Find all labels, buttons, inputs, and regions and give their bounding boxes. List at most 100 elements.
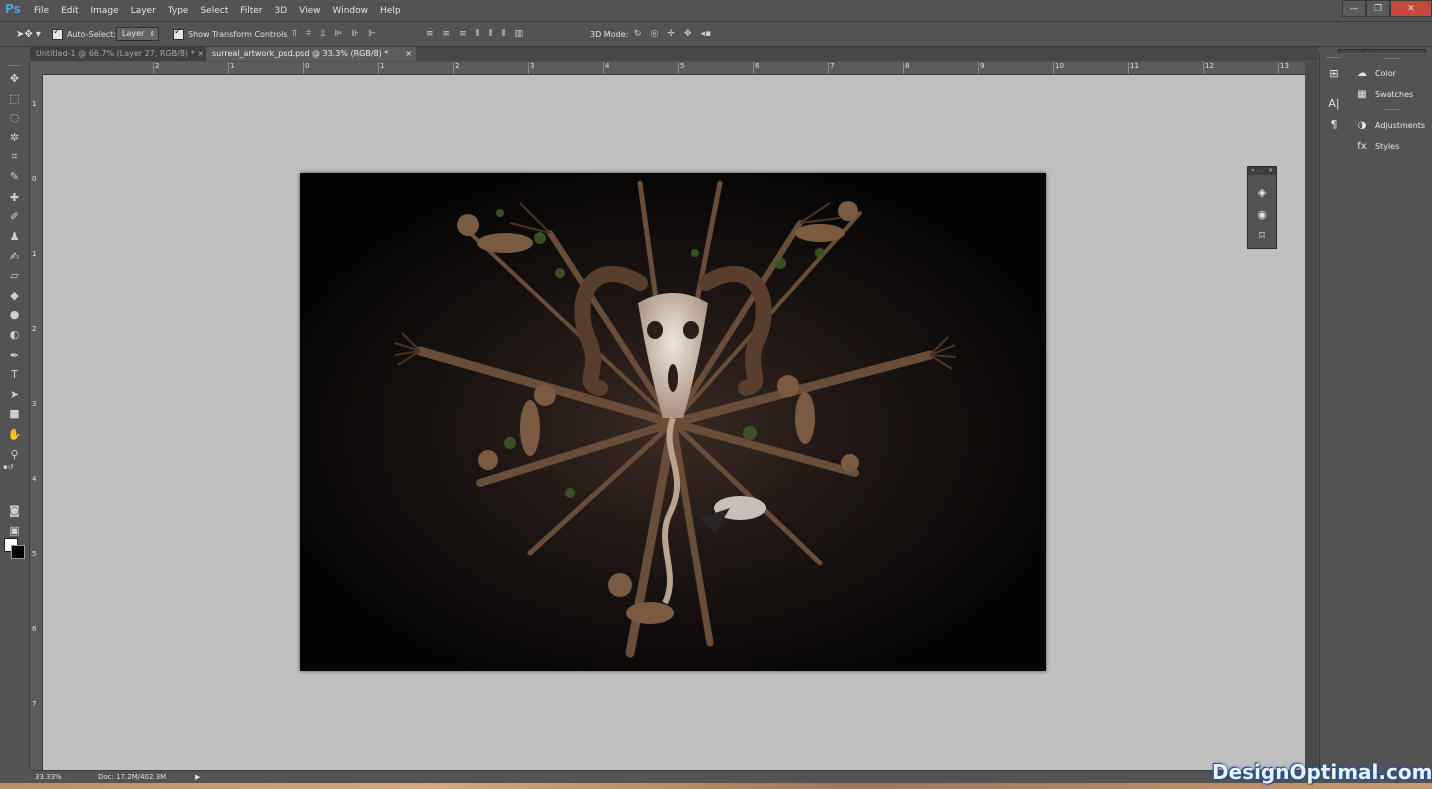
close-window-button[interactable]: ✕ — [1390, 0, 1432, 17]
quick-select-tool-icon[interactable]: ✲ — [6, 129, 23, 146]
align-right-icon[interactable]: ⊩ — [368, 29, 376, 39]
menu-3d[interactable]: 3D — [269, 6, 294, 16]
layers-icon[interactable]: ◈ — [1255, 185, 1269, 199]
floating-panel-header[interactable]: » × — [1248, 167, 1276, 175]
ruler-label: 0 — [32, 175, 37, 183]
distribute-right-icon[interactable]: ⦀ — [502, 29, 506, 39]
status-bar: 33.33% Doc: 17.2M/402.3M ▶ — [30, 770, 1318, 784]
channels-icon[interactable]: ◉ — [1255, 207, 1269, 221]
menu-filter[interactable]: Filter — [234, 6, 268, 16]
hand-tool-icon[interactable]: ✋ — [6, 426, 23, 443]
distribute-vcenter-icon[interactable]: ≡ — [443, 29, 451, 39]
background-color-swatch[interactable] — [11, 545, 25, 559]
panel-grip[interactable] — [1385, 109, 1399, 112]
menu-view[interactable]: View — [293, 6, 326, 16]
auto-align-icon[interactable]: ▥ — [515, 29, 524, 39]
ruler-label: 9 — [980, 62, 985, 70]
align-hcenter-icon[interactable]: ⊪ — [351, 29, 359, 39]
paths-icon[interactable]: ⌑ — [1255, 228, 1269, 242]
crop-tool-icon[interactable]: ⌗ — [6, 148, 23, 165]
default-colors-icon[interactable]: ▪↺ — [3, 463, 14, 471]
eraser-tool-icon[interactable]: ▱ — [6, 267, 23, 284]
blur-tool-icon[interactable]: ● — [6, 306, 23, 323]
menu-file[interactable]: File — [28, 6, 55, 16]
3d-pan-icon[interactable]: ✢ — [667, 29, 675, 39]
paragraph-icon[interactable]: ¶ — [1327, 117, 1341, 131]
ruler-tick — [903, 62, 904, 74]
canvas-area[interactable] — [43, 75, 1305, 770]
align-left-icon[interactable]: ⊫ — [334, 29, 342, 39]
align-vcenter-icon[interactable]: ⫩ — [306, 29, 311, 39]
move-tool-icon[interactable]: ✥ — [6, 70, 23, 87]
history-icon[interactable]: ⊞ — [1327, 66, 1341, 80]
quick-mask-icon[interactable]: ◙ — [6, 502, 23, 519]
zoom-tool-icon[interactable]: ⚲ — [6, 446, 23, 463]
marquee-tool-icon[interactable]: ⬚ — [6, 90, 23, 107]
panel-swatches[interactable]: ▦ Swatches — [1347, 84, 1432, 104]
panel-list: ☁ Color ▦ Swatches ◑ Adjustments fx Styl… — [1347, 53, 1432, 770]
ruler-label: 1 — [380, 62, 385, 70]
close-tab-icon[interactable]: × — [405, 47, 412, 61]
minimize-button[interactable]: — — [1342, 0, 1366, 17]
tools-panel: ✥ ⬚ ◌ ✲ ⌗ ✎ ✚ ✐ ♟ ✍ ▱ ◆ ● ◐ ✒ T ➤ ■ ✋ ⚲ ▪↺ ◙ ▣ — [0, 62, 30, 770]
history-brush-tool-icon[interactable]: ✍ — [6, 248, 23, 265]
panel-adjustments[interactable]: ◑ Adjustments — [1347, 115, 1432, 135]
auto-select-checkbox[interactable]: Auto-Select: — [52, 27, 116, 41]
3d-rotate-icon[interactable]: ↻ — [634, 29, 642, 39]
dock-grip[interactable] — [1327, 57, 1341, 60]
dodge-tool-icon[interactable]: ◐ — [6, 326, 23, 343]
3d-slide-icon[interactable]: ✥ — [684, 29, 692, 39]
panel-grip[interactable] — [1385, 58, 1399, 61]
menu-edit[interactable]: Edit — [55, 6, 84, 16]
menu-image[interactable]: Image — [85, 6, 125, 16]
show-transform-checkbox[interactable]: Show Transform Controls — [173, 27, 288, 41]
3d-roll-icon[interactable]: ◎ — [651, 29, 659, 39]
distribute-top-icon[interactable]: ≡ — [426, 29, 434, 39]
collapse-icon[interactable]: » — [1251, 167, 1255, 175]
toolbar-grip[interactable] — [9, 65, 21, 68]
ruler-tick — [153, 62, 154, 74]
clone-stamp-tool-icon[interactable]: ♟ — [6, 228, 23, 245]
ruler-label: 10 — [1055, 62, 1064, 70]
tab-untitled-1[interactable]: Untitled-1 @ 66.7% (Layer 27, RGB/8) * × — [30, 47, 208, 61]
ruler-origin[interactable] — [30, 62, 43, 74]
close-tab-icon[interactable]: × — [197, 47, 204, 61]
align-bottom-icon[interactable]: ⫫ — [320, 29, 325, 39]
vertical-ruler[interactable]: 1 0 1 2 3 4 5 6 7 — [30, 74, 43, 770]
horizontal-ruler[interactable]: 2 1 0 1 2 3 4 5 6 7 8 9 10 11 12 13 — [43, 62, 1305, 75]
vertical-scrollbar[interactable] — [1305, 62, 1318, 770]
status-menu-arrow-icon[interactable]: ▶ — [195, 773, 200, 781]
brush-tool-icon[interactable]: ✐ — [6, 208, 23, 225]
ruler-label: 4 — [32, 475, 37, 483]
lasso-tool-icon[interactable]: ◌ — [6, 109, 23, 126]
menu-window[interactable]: Window — [327, 6, 375, 16]
menu-select[interactable]: Select — [194, 6, 234, 16]
rectangle-tool-icon[interactable]: ■ — [6, 405, 23, 422]
panel-color[interactable]: ☁ Color — [1347, 63, 1432, 83]
menu-help[interactable]: Help — [374, 6, 407, 16]
healing-brush-tool-icon[interactable]: ✚ — [6, 189, 23, 206]
show-transform-label: Show Transform Controls — [188, 29, 288, 39]
character-icon[interactable]: A| — [1327, 96, 1341, 110]
screen-mode-icon[interactable]: ▣ — [6, 522, 23, 539]
path-select-tool-icon[interactable]: ➤ — [6, 386, 23, 403]
restore-button[interactable]: ❐ — [1366, 0, 1390, 17]
move-tool-preset-icon[interactable]: ➤✥ ▾ — [16, 27, 41, 41]
distribute-bottom-icon[interactable]: ≡ — [459, 29, 467, 39]
zoom-level[interactable]: 33.33% — [35, 773, 62, 781]
distribute-left-icon[interactable]: ⦀ — [476, 29, 480, 39]
3d-scale-icon[interactable]: ◂▪ — [701, 29, 712, 39]
paint-bucket-tool-icon[interactable]: ◆ — [6, 287, 23, 304]
ruler-tick — [378, 62, 379, 74]
type-tool-icon[interactable]: T — [6, 366, 23, 383]
panel-styles[interactable]: fx Styles — [1347, 136, 1432, 156]
close-panel-icon[interactable]: × — [1268, 167, 1273, 175]
eyedropper-tool-icon[interactable]: ✎ — [6, 168, 23, 185]
align-top-icon[interactable]: ⫪ — [292, 29, 297, 39]
tab-surreal-artwork[interactable]: surreal_artwork_psd.psd @ 33.3% (RGB/8) … — [206, 47, 416, 61]
menu-layer[interactable]: Layer — [125, 6, 162, 16]
auto-select-dropdown[interactable]: Layer — [116, 27, 160, 41]
menu-type[interactable]: Type — [162, 6, 195, 16]
distribute-hcenter-icon[interactable]: ⦀ — [489, 29, 493, 39]
pen-tool-icon[interactable]: ✒ — [6, 347, 23, 364]
